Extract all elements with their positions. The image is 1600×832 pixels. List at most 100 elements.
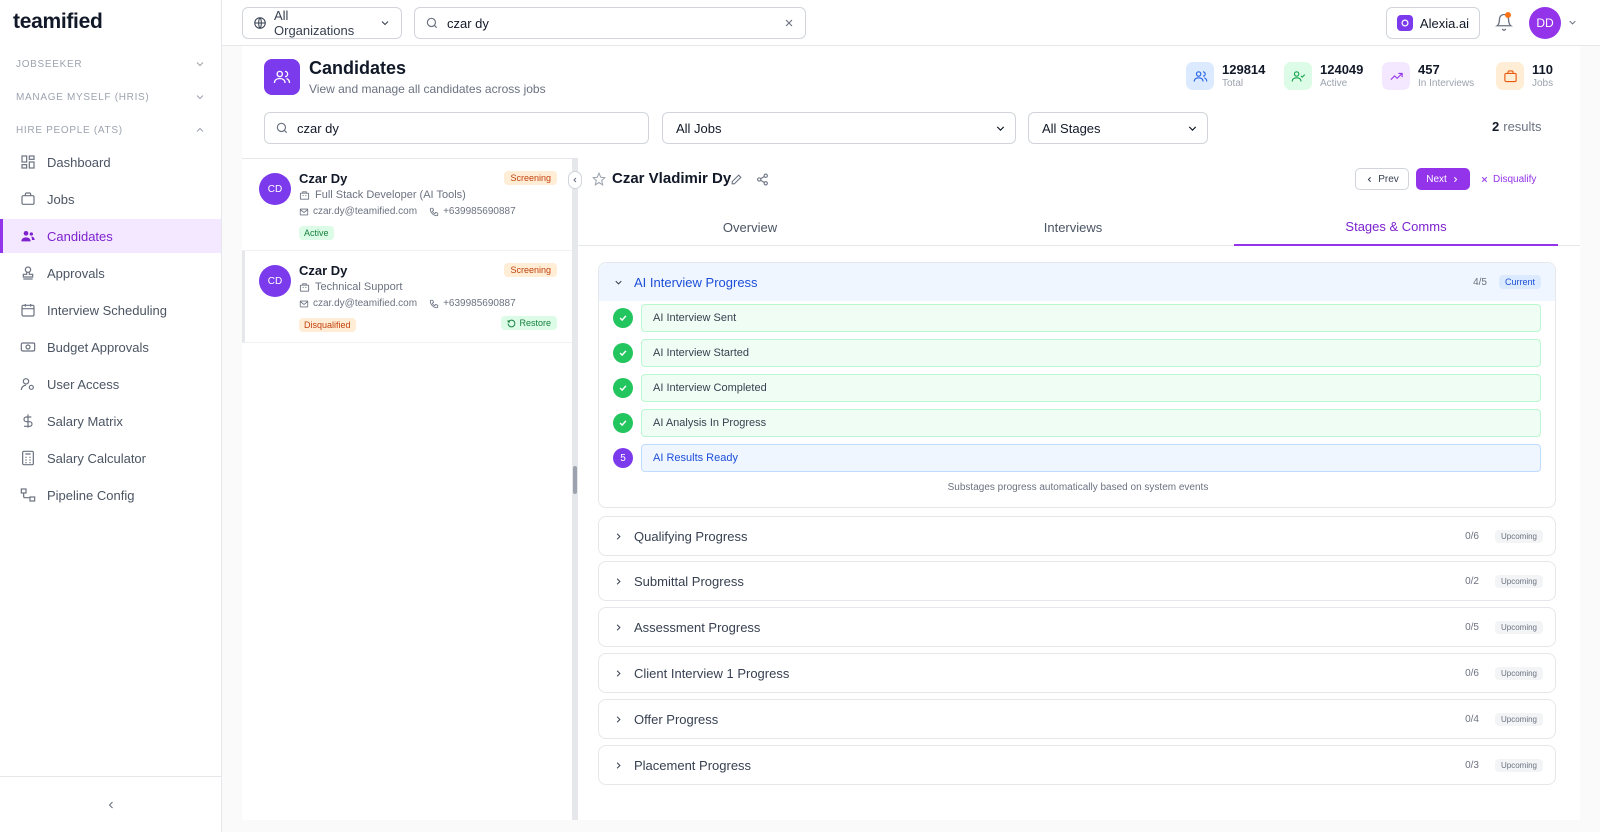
workflow-icon: [20, 488, 36, 502]
substage-item-current: 5 AI Results Ready: [613, 444, 1541, 472]
stage-header[interactable]: Submittal Progress 0/2 Upcoming: [599, 562, 1555, 600]
building-icon: [299, 282, 310, 292]
notifications-button[interactable]: [1495, 12, 1513, 31]
chevron-right-icon: [616, 623, 621, 631]
chevron-left-icon: [108, 801, 113, 808]
sidebar-item-salary-calculator[interactable]: Salary Calculator: [0, 441, 221, 475]
substage-item: AI Interview Started: [613, 339, 1541, 367]
stages-filter-value: All Stages: [1042, 120, 1101, 136]
stage-header[interactable]: AI Interview Progress 4/5 Current: [599, 263, 1555, 301]
upcoming-badge: Upcoming: [1494, 574, 1543, 588]
organization-select[interactable]: All Organizations: [242, 7, 402, 39]
next-button[interactable]: Next: [1416, 168, 1470, 190]
substage-item: AI Interview Sent: [613, 304, 1541, 332]
section-label: JOBSEEKER: [16, 58, 83, 70]
candidate-detail: Czar Vladimir Dy Prev Next Disqualify Ov…: [578, 158, 1580, 820]
sidebar-item-label: Dashboard: [47, 154, 111, 170]
sidebar-item-label: Budget Approvals: [47, 339, 149, 355]
substage-label: AI Results Ready: [641, 444, 1541, 472]
stage-count: 4/5: [1473, 276, 1487, 288]
section-label: MANAGE MYSELF (HRIS): [16, 91, 150, 103]
top-bar: All Organizations czar dy Alexia.ai DD: [222, 0, 1600, 46]
stage-title: Qualifying Progress: [634, 528, 748, 544]
sidebar-item-user-access[interactable]: User Access: [0, 367, 221, 401]
close-icon[interactable]: [783, 17, 795, 29]
tab-overview[interactable]: Overview: [588, 208, 912, 246]
candidate-avatar: CD: [259, 265, 291, 297]
status-badge: Active: [299, 226, 334, 240]
stage-client-interview-1: Client Interview 1 Progress 0/6 Upcoming: [598, 653, 1556, 693]
sidebar-item-candidates[interactable]: Candidates: [0, 219, 221, 253]
stat-value: 129814: [1222, 62, 1266, 77]
alexia-ai-button[interactable]: Alexia.ai: [1386, 7, 1480, 39]
sidebar-item-budget-approvals[interactable]: Budget Approvals: [0, 330, 221, 364]
substage-number: 5: [613, 448, 633, 468]
page-title: Candidates: [309, 58, 407, 78]
chevron-right-icon: [616, 761, 621, 769]
stat-value: 124049: [1320, 62, 1364, 77]
candidate-list-item[interactable]: CD Czar Dy Screening Technical Support c…: [242, 251, 572, 343]
jobs-filter-value: All Jobs: [676, 120, 722, 136]
upcoming-badge: Upcoming: [1494, 758, 1543, 772]
sidebar-item-label: User Access: [47, 376, 120, 392]
stage-title: Placement Progress: [634, 757, 752, 773]
restore-label: Restore: [519, 318, 551, 328]
restore-icon: [508, 319, 516, 327]
prev-label: Prev: [1378, 173, 1399, 185]
sidebar-item-interview-scheduling[interactable]: Interview Scheduling: [0, 293, 221, 327]
global-search-value: czar dy: [447, 15, 489, 31]
disqualify-button[interactable]: Disqualify: [1480, 168, 1536, 190]
candidate-search-input[interactable]: czar dy: [264, 112, 649, 144]
calendar-icon: [21, 304, 35, 317]
section-manage-myself[interactable]: MANAGE MYSELF (HRIS): [16, 91, 206, 103]
stage-title: Assessment Progress: [634, 619, 761, 635]
status-badge: Disqualified: [299, 318, 356, 332]
search-icon: [276, 122, 288, 134]
share-icon[interactable]: [756, 173, 769, 186]
user-avatar[interactable]: DD: [1529, 7, 1561, 39]
section-label: HIRE PEOPLE (ATS): [16, 124, 123, 136]
page-header: Candidates View and manage all candidate…: [242, 46, 1580, 158]
jobs-filter-select[interactable]: All Jobs: [662, 112, 1016, 144]
prev-button[interactable]: Prev: [1355, 168, 1409, 190]
resize-handle[interactable]: [573, 466, 577, 494]
chevron-down-icon[interactable]: [1567, 17, 1578, 28]
sidebar-item-dashboard[interactable]: Dashboard: [0, 145, 221, 179]
app-logo[interactable]: teamified: [13, 10, 103, 34]
stage-offer: Offer Progress 0/4 Upcoming: [598, 699, 1556, 739]
close-icon: [1481, 176, 1488, 182]
collapse-list-button[interactable]: [568, 171, 582, 189]
results-number: 2: [1492, 119, 1500, 134]
global-search-input[interactable]: czar dy: [414, 7, 806, 39]
chevron-right-icon: [616, 532, 621, 540]
section-jobseeker[interactable]: JOBSEEKER: [16, 58, 206, 70]
sidebar: teamified JOBSEEKER MANAGE MYSELF (HRIS)…: [0, 0, 222, 832]
stage-header[interactable]: Offer Progress 0/4 Upcoming: [599, 700, 1555, 738]
stage-header[interactable]: Assessment Progress 0/5 Upcoming: [599, 608, 1555, 646]
next-label: Next: [1426, 173, 1447, 185]
sidebar-item-approvals[interactable]: Approvals: [0, 256, 221, 290]
stage-header[interactable]: Placement Progress 0/3 Upcoming: [599, 746, 1555, 784]
results-label: results: [1503, 119, 1542, 134]
tab-stages-comms[interactable]: Stages & Comms: [1234, 208, 1558, 246]
candidate-name: Czar Dy: [299, 171, 348, 186]
star-icon[interactable]: [592, 172, 606, 186]
section-hire-people[interactable]: HIRE PEOPLE (ATS): [16, 124, 206, 136]
substage-label: AI Interview Started: [641, 339, 1541, 367]
sidebar-item-label: Pipeline Config: [47, 487, 135, 503]
pencil-icon[interactable]: [730, 173, 743, 186]
stage-header[interactable]: Qualifying Progress 0/6 Upcoming: [599, 517, 1555, 555]
sidebar-collapse-button[interactable]: [0, 776, 221, 832]
sidebar-item-salary-matrix[interactable]: Salary Matrix: [0, 404, 221, 438]
stages-filter-select[interactable]: All Stages: [1028, 112, 1208, 144]
sidebar-item-label: Salary Calculator: [47, 450, 146, 466]
candidate-list-item[interactable]: CD Czar Dy Screening Full Stack Develope…: [242, 159, 572, 251]
stage-title: Offer Progress: [634, 711, 719, 727]
restore-button[interactable]: Restore: [501, 316, 557, 330]
sidebar-item-pipeline-config[interactable]: Pipeline Config: [0, 478, 221, 512]
stage-header[interactable]: Client Interview 1 Progress 0/6 Upcoming: [599, 654, 1555, 692]
sidebar-item-jobs[interactable]: Jobs: [0, 182, 221, 216]
tab-interviews[interactable]: Interviews: [911, 208, 1235, 246]
users-icon: [21, 231, 35, 242]
stage-count: 0/6: [1465, 530, 1479, 542]
